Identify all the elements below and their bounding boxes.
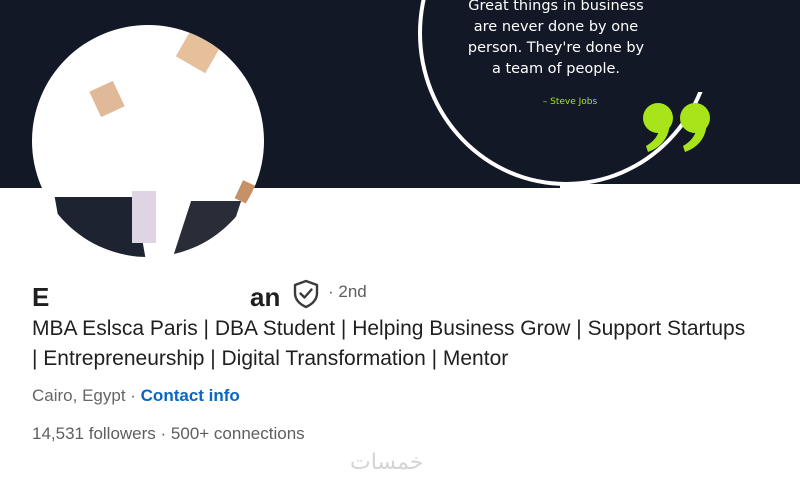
quote-line: are never done by one (473, 19, 639, 35)
banner-line-decoration (560, 184, 800, 188)
quote-mark-icon (643, 103, 710, 152)
connection-degree: · 2nd (328, 282, 367, 301)
contact-info-link[interactable]: Contact info (141, 386, 240, 405)
watermark: خمسات (350, 450, 424, 475)
quote-author: – Steve Jobs (542, 97, 598, 107)
quote-line: Great things in business (468, 0, 644, 14)
quote-line: a team of people. (491, 61, 621, 77)
followers-count[interactable]: 14,531 followers (32, 424, 156, 443)
separator: · (155, 424, 171, 443)
separator: · (125, 386, 141, 405)
stats-row: 14,531 followers · 500+ connections (32, 424, 305, 444)
shield-check-icon[interactable] (292, 279, 320, 309)
profile-location: Cairo, Egypt (32, 386, 126, 405)
banner-quote: Great things in business are never done … (440, 0, 672, 80)
location-row: Cairo, Egypt · Contact info (32, 386, 240, 406)
profile-headline: MBA Eslsca Paris | DBA Student | Helping… (32, 317, 746, 370)
profile-name-start: E (32, 282, 50, 312)
profile-name-end: an (250, 282, 281, 312)
profile-avatar[interactable] (32, 25, 264, 257)
quote-line: person. They're done by (467, 40, 645, 56)
connections-count[interactable]: 500+ connections (171, 424, 305, 443)
